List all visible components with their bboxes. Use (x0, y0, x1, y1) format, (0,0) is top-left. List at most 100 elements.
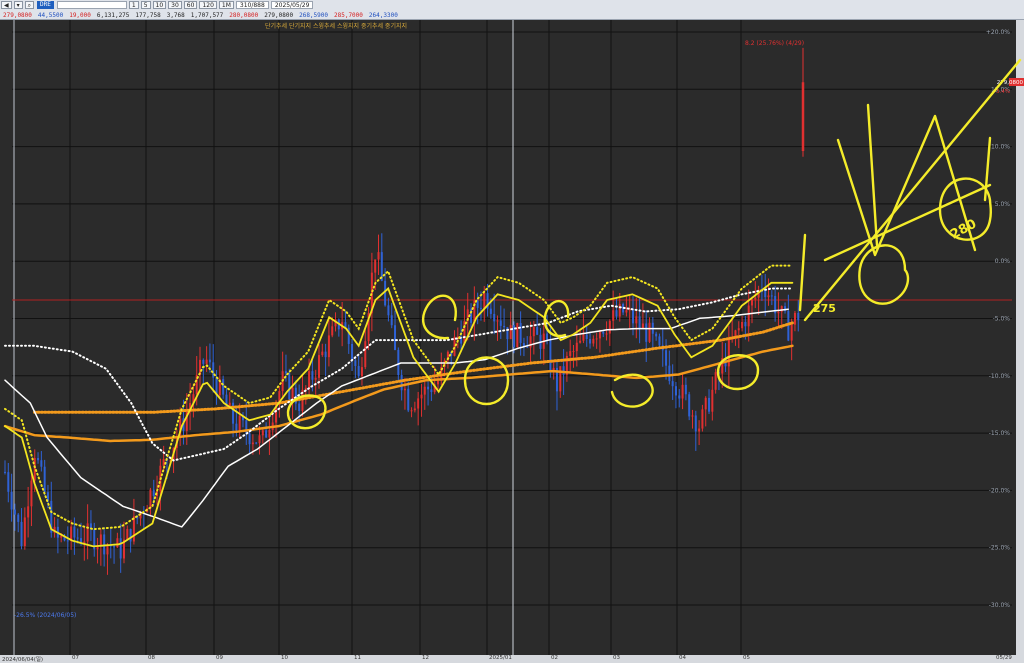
back-icon[interactable]: ◀ (1, 1, 12, 9)
interval-button-6[interactable]: 1M (218, 1, 234, 9)
plot-background (0, 20, 1024, 655)
chart-toolbar: ◀ ▾ ⌕ DRE 1 5 10 30 60 120 1M 310/888 2025/05/… (0, 0, 1024, 20)
symbol-code[interactable]: DRE (37, 1, 54, 9)
candle-body (655, 333, 658, 337)
candle-body (612, 310, 615, 321)
candle-body (152, 489, 155, 496)
candle-body (780, 306, 783, 312)
candle-body (261, 430, 264, 436)
candle-body (73, 526, 76, 538)
dropdown-icon[interactable]: ▾ (13, 1, 23, 9)
candle-body (747, 305, 750, 327)
candle-body (265, 430, 268, 438)
candle-body (208, 359, 211, 363)
x-tick-label: 07 (72, 655, 79, 661)
x-tick-label: 11 (354, 655, 361, 661)
candle-body (777, 311, 780, 314)
quote-value-8: 279,0800 (264, 11, 294, 19)
candle-body (126, 528, 129, 540)
candle-body (674, 386, 677, 396)
interval-button-2[interactable]: 10 (152, 1, 167, 9)
candle-body (737, 328, 740, 331)
candle-body (483, 293, 486, 309)
interval-button-1[interactable]: 5 (140, 1, 151, 9)
candle-body (314, 377, 317, 380)
candle-body (27, 506, 30, 518)
quote-value-0: 279,0800 (3, 11, 32, 19)
candle-body (390, 315, 393, 326)
candle-body (479, 307, 482, 309)
candle-body (741, 321, 744, 329)
candle-body (598, 331, 601, 339)
candle-body (605, 333, 608, 335)
search-icon[interactable]: ⌕ (24, 1, 35, 9)
candle-body (60, 535, 63, 538)
candle-body (327, 335, 330, 358)
candle-body (238, 415, 241, 431)
interval-button-3[interactable]: 30 (168, 1, 182, 9)
candle-body (119, 538, 122, 559)
candle-body (575, 342, 578, 352)
candle-body (744, 321, 747, 327)
candle-body (665, 350, 668, 366)
candle-body (106, 545, 109, 555)
candle-body (83, 541, 86, 543)
candle-body (532, 327, 535, 337)
candle-body (489, 308, 492, 314)
candle-body (17, 514, 20, 522)
y-tick-label: -25.0% (989, 545, 1011, 552)
candle-body (704, 397, 707, 410)
interval-button-0[interactable]: 1 (128, 1, 139, 9)
candle-body (648, 322, 651, 342)
price-axis-panel (1016, 20, 1024, 655)
x-tick-label: 05 (743, 655, 750, 661)
candle-body (582, 334, 585, 341)
candle-body (99, 534, 102, 547)
legend-text: 단기추세 단기지지 스윙추세 스윙지지 중기추세 중기지지 (265, 22, 407, 30)
candle-body (546, 333, 549, 340)
y-tick-label: -20.0% (989, 487, 1011, 494)
candle-body (638, 316, 641, 329)
quote-value-4: 177,758 (135, 11, 161, 19)
candle-body (423, 386, 426, 395)
candle-body (754, 297, 757, 300)
y-tick-label: -30.0% (989, 602, 1011, 609)
candle (516, 322, 519, 348)
candle-body (436, 380, 439, 385)
date-field[interactable]: 2025/05/29 (270, 1, 314, 9)
x-tick-label: 02 (551, 655, 558, 661)
time-axis-bar: 2024/06/04(일) 07 08 09 10 11 12 2025/01 02 03 04 05… (0, 655, 1024, 663)
candle-body (43, 466, 46, 493)
candle-body (20, 521, 23, 547)
symbol-name-field[interactable] (56, 1, 127, 9)
candle-body (235, 423, 238, 431)
candle-body (23, 517, 26, 547)
quote-value-6: 1,707,577 (190, 11, 224, 19)
interval-button-4[interactable]: 60 (183, 1, 198, 9)
candle-body (413, 408, 416, 411)
interval-button-5[interactable]: 120 (199, 1, 217, 9)
candle-body (453, 336, 456, 356)
price-chart: +20.0%15.0%10.0%5.0%0.0%-5.0%-10.0%-15.0… (0, 20, 1024, 655)
candle-body (658, 336, 661, 346)
candle-body (251, 442, 254, 445)
candle-body (410, 410, 413, 412)
count-field[interactable]: 310/888 (235, 1, 269, 9)
candle-body (770, 295, 773, 297)
candle-body (288, 373, 291, 400)
candle-body (298, 403, 301, 411)
candle-body (7, 472, 10, 492)
candle-body (519, 323, 522, 344)
y-tick-label: -5.0% (993, 316, 1011, 323)
x-tick-label: 10 (281, 655, 288, 661)
candle-body (688, 394, 691, 417)
candle-body (559, 366, 562, 392)
candle-body (377, 252, 380, 260)
candle-body (407, 388, 410, 411)
candle-body (509, 325, 512, 340)
x-tick-label: 04 (679, 655, 686, 661)
x-tick-label: 03 (613, 655, 620, 661)
candle-body (66, 540, 69, 542)
candle-body (304, 387, 307, 390)
candle-body (671, 381, 674, 387)
